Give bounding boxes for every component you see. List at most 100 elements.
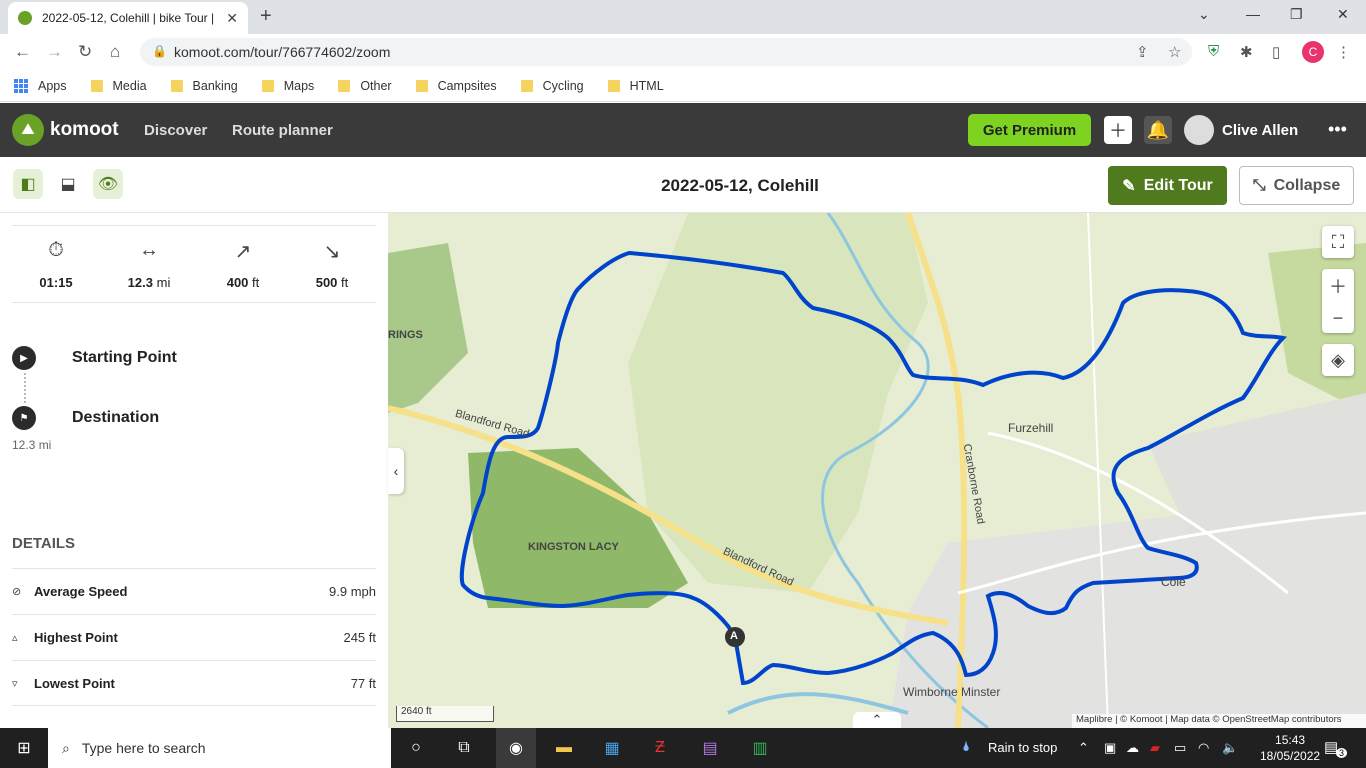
home-icon[interactable]: ⌂ (110, 42, 120, 62)
waypoint-destination[interactable]: ⚑ Destination (12, 406, 159, 430)
reload-icon[interactable]: ↻ (78, 42, 92, 62)
nav-route-planner[interactable]: Route planner (232, 122, 333, 139)
folder-icon (338, 79, 351, 92)
weather-text[interactable]: Rain to stop (988, 740, 1057, 755)
bookmark-media[interactable]: Media (90, 79, 147, 93)
lock-icon[interactable]: 🔒 (152, 44, 167, 58)
expand-panel-chevron-icon[interactable]: ⌃ (853, 712, 901, 728)
chrome-app-icon[interactable]: ◉ (496, 728, 536, 768)
pencil-icon: ✎ (1122, 177, 1136, 195)
map-canvas (388, 213, 1366, 728)
wifi-icon[interactable]: ◠ (1198, 740, 1209, 756)
onedrive-icon[interactable]: ☁ (1126, 740, 1139, 756)
fit-route-icon[interactable]: ⛶ (1322, 226, 1354, 258)
battery-icon[interactable]: ▭ (1174, 740, 1186, 756)
tour-sidebar: ⏱ 01:15 ↔ 12.3 mi ↗ 400 ft ↘ 500 ft ▶ St… (0, 213, 388, 728)
sidebar-toggle-chevron-icon[interactable]: ‹ (388, 448, 404, 494)
restore-icon[interactable]: ❐ (1290, 6, 1303, 23)
bookmark-banking[interactable]: Banking (170, 79, 238, 93)
destination-label: Destination (72, 409, 160, 426)
notifications-bell-icon[interactable]: 🔔 (1144, 116, 1172, 144)
collapse-button[interactable]: ⤡ Collapse (1239, 166, 1354, 205)
split-view-icon[interactable]: ◧ (13, 169, 43, 199)
map-attribution[interactable]: Maplibre | © Komoot | Map data © OpenStr… (1072, 714, 1366, 728)
bookmark-campsites[interactable]: Campsites (415, 79, 497, 93)
stat-downhill: ↘ 500 ft (292, 239, 372, 290)
show-hidden-icons-icon[interactable]: ⌃ (1078, 740, 1089, 756)
zoom-out-icon[interactable]: − (1333, 308, 1344, 329)
start-label: Starting Point (72, 349, 177, 366)
more-menu-icon[interactable]: ••• (1328, 119, 1347, 140)
notepad-icon[interactable]: ▤ (698, 736, 722, 760)
bookmark-apps[interactable]: Apps (14, 78, 67, 93)
address-bar[interactable]: 🔒 komoot.com/tour/766774602/zoom (140, 38, 1192, 66)
komoot-header: ⛰ komoot Discover Route planner Get Prem… (0, 103, 1366, 157)
segment-distance: 12.3 mi (12, 438, 52, 452)
bookmark-other[interactable]: Other (338, 79, 392, 93)
minimize-icon[interactable]: — (1246, 6, 1260, 22)
user-avatar[interactable] (1184, 115, 1214, 145)
bottom-panel-view-icon[interactable]: ⬓ (53, 169, 83, 199)
user-name[interactable]: Clive Allen (1222, 122, 1298, 139)
bookmark-maps[interactable]: Maps (261, 79, 314, 93)
nav-discover[interactable]: Discover (144, 122, 207, 139)
waypoint-start[interactable]: ▶ Starting Point (12, 346, 177, 370)
store-icon[interactable]: ▦ (600, 736, 624, 760)
route-map[interactable]: A KINGSTON LACY RINGS Blandford Road Bla… (388, 213, 1366, 728)
close-window-icon[interactable]: ✕ (1337, 6, 1349, 23)
detail-row-highest-point: ▵ Highest Point 245 ft (12, 614, 376, 660)
browser-tab-strip: 2022-05-12, Colehill | bike Tour | ✕ + ⌄… (0, 0, 1366, 34)
visibility-eye-icon[interactable]: 👁 (93, 169, 123, 199)
get-premium-button[interactable]: Get Premium (968, 114, 1091, 146)
komoot-logo-icon[interactable]: ⛰ (12, 114, 44, 146)
map-label-kingston-lacy: KINGSTON LACY (528, 541, 619, 553)
bookmark-cycling[interactable]: Cycling (520, 79, 584, 93)
new-tab-icon[interactable]: + (260, 5, 272, 28)
extension-shield-icon[interactable]: ⛨ (1208, 43, 1219, 60)
map-label-colehill: Cole (1161, 575, 1186, 589)
zoom-in-icon[interactable]: ＋ (1329, 273, 1347, 299)
map-label-wimborne: Wimborne Minster (903, 685, 1001, 699)
close-tab-icon[interactable]: ✕ (226, 10, 238, 27)
file-explorer-icon[interactable]: ▬ (552, 736, 576, 760)
back-icon[interactable]: ← (14, 42, 31, 62)
edit-tour-button[interactable]: ✎ Edit Tour (1108, 166, 1227, 205)
create-plus-icon[interactable]: ＋ (1104, 116, 1132, 144)
cortana-icon[interactable]: ○ (404, 736, 428, 760)
divider (12, 225, 376, 226)
bookmark-star-icon[interactable]: ☆ (1168, 43, 1181, 61)
app-tray-icon[interactable]: ▰ (1150, 740, 1160, 756)
folder-icon (415, 79, 428, 92)
taskbar-search[interactable]: ⌕ Type here to search (48, 728, 391, 768)
bookmark-html[interactable]: HTML (607, 79, 664, 93)
forward-icon[interactable]: → (46, 42, 63, 62)
details-heading: DETAILS (12, 535, 76, 552)
profile-avatar[interactable]: C (1302, 41, 1324, 63)
play-icon: ▶ (12, 346, 36, 370)
brand-name[interactable]: komoot (50, 119, 119, 141)
map-layers-icon[interactable]: ◈ (1322, 344, 1354, 376)
volume-icon[interactable]: 🔈 (1222, 740, 1238, 756)
uphill-arrow-icon: ↗ (234, 241, 252, 263)
distance-arrows-icon: ↔ (139, 239, 159, 261)
flag-icon: ⚑ (12, 406, 36, 430)
filezilla-icon[interactable]: Ƶ (648, 736, 672, 760)
triangle-up-icon: ▵ (12, 632, 18, 644)
tab-search-icon[interactable]: ⌄ (1198, 6, 1210, 23)
spreadsheet-icon[interactable]: ▥ (748, 736, 772, 760)
meet-now-icon[interactable]: ▣ (1104, 740, 1116, 756)
side-panel-icon[interactable]: ▯ (1272, 43, 1280, 61)
stat-duration: ⏱ 01:15 (16, 239, 96, 290)
downhill-arrow-icon: ↘ (323, 241, 341, 263)
task-view-icon[interactable]: ⧉ (452, 736, 476, 760)
folder-icon (520, 79, 533, 92)
share-icon[interactable]: ⇪ (1136, 43, 1149, 61)
chrome-menu-icon[interactable]: ⋮ (1336, 43, 1351, 61)
windows-start-icon[interactable]: ⊞ (12, 736, 36, 760)
weather-icon: 🌢 (962, 738, 971, 754)
system-clock[interactable]: 15:43 18/05/2022 (1260, 732, 1320, 764)
collapse-arrows-icon: ⤡ (1252, 176, 1266, 194)
browser-tab[interactable]: 2022-05-12, Colehill | bike Tour | ✕ (8, 2, 248, 34)
extensions-puzzle-icon[interactable]: ✱ (1240, 43, 1253, 61)
windows-taskbar: ⊞ ⌕ Type here to search ○ ⧉ ◉ ▬ ▦ Ƶ ▤ ▥ … (0, 728, 1366, 768)
